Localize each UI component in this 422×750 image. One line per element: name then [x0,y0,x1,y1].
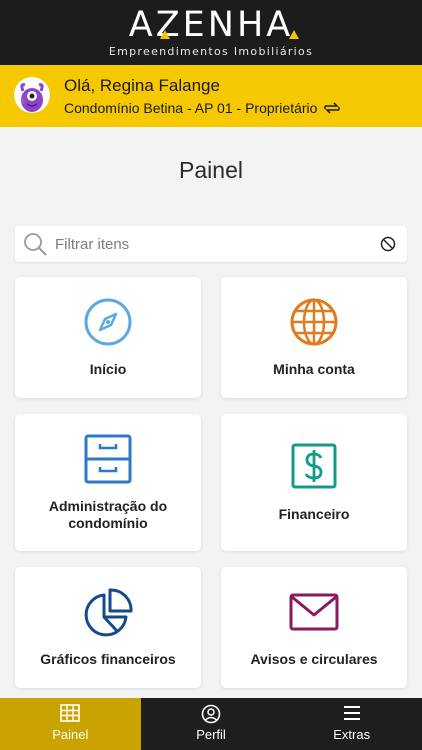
filing-cabinet-icon [84,434,132,484]
swap-arrows-icon[interactable] [323,101,341,115]
card-financeiro[interactable]: Financeiro [221,414,407,551]
card-inicio[interactable]: Início [15,277,201,398]
pie-chart-icon [84,588,133,637]
search-icon [24,233,47,256]
page-title: Painel [179,157,243,183]
brand-logo: AZENHA [128,5,294,45]
card-minha-conta[interactable]: Minha conta [221,277,407,398]
logo-triangle-left [160,30,170,39]
avatar [14,77,50,113]
brand-subtitle: Empreendimentos Imobiliários [108,45,314,58]
card-graficos[interactable]: Gráficos financeiros [15,567,201,688]
nav-tab-perfil[interactable]: Perfil [141,698,282,750]
card-label: Minha conta [273,361,355,377]
user-bar[interactable]: Olá, Regina Falange Condomínio Betina - … [0,65,422,127]
globe-icon [290,298,338,346]
card-administracao[interactable]: Administração do condomínio [15,414,201,551]
card-label: Financeiro [278,506,350,522]
card-label: Administração do condomínio [48,498,168,531]
clear-icon[interactable] [380,236,396,252]
envelope-icon [289,593,339,631]
search-input[interactable] [55,226,365,262]
grid-icon [60,704,81,722]
card-label: Avisos e circulares [250,651,378,667]
compass-icon [84,298,132,346]
dollar-sign-icon [291,443,337,489]
logo-triangle-right [289,30,299,39]
card-label: Gráficos financeiros [40,651,176,667]
app-header: AZENHA Empreendimentos Imobiliários [0,0,422,65]
card-avisos[interactable]: Avisos e circulares [221,567,407,688]
purple-monster-avatar-icon [20,83,44,112]
nav-label: Perfil [196,727,226,742]
card-label: Início [89,361,127,377]
nav-tab-extras[interactable]: Extras [281,698,422,750]
menu-icon [343,706,360,720]
condo-label: Condomínio Betina - AP 01 - Proprietário [64,100,318,116]
user-circle-icon [201,704,221,724]
nav-tab-painel[interactable]: Painel [0,698,141,750]
condo-selector[interactable]: Condomínio Betina - AP 01 - Proprietário [64,100,341,116]
nav-label: Painel [52,727,89,742]
bottom-nav: Painel Perfil Extras [0,698,422,750]
user-greeting: Olá, Regina Falange [64,76,220,95]
nav-label: Extras [333,727,371,742]
filter-box [15,226,407,262]
